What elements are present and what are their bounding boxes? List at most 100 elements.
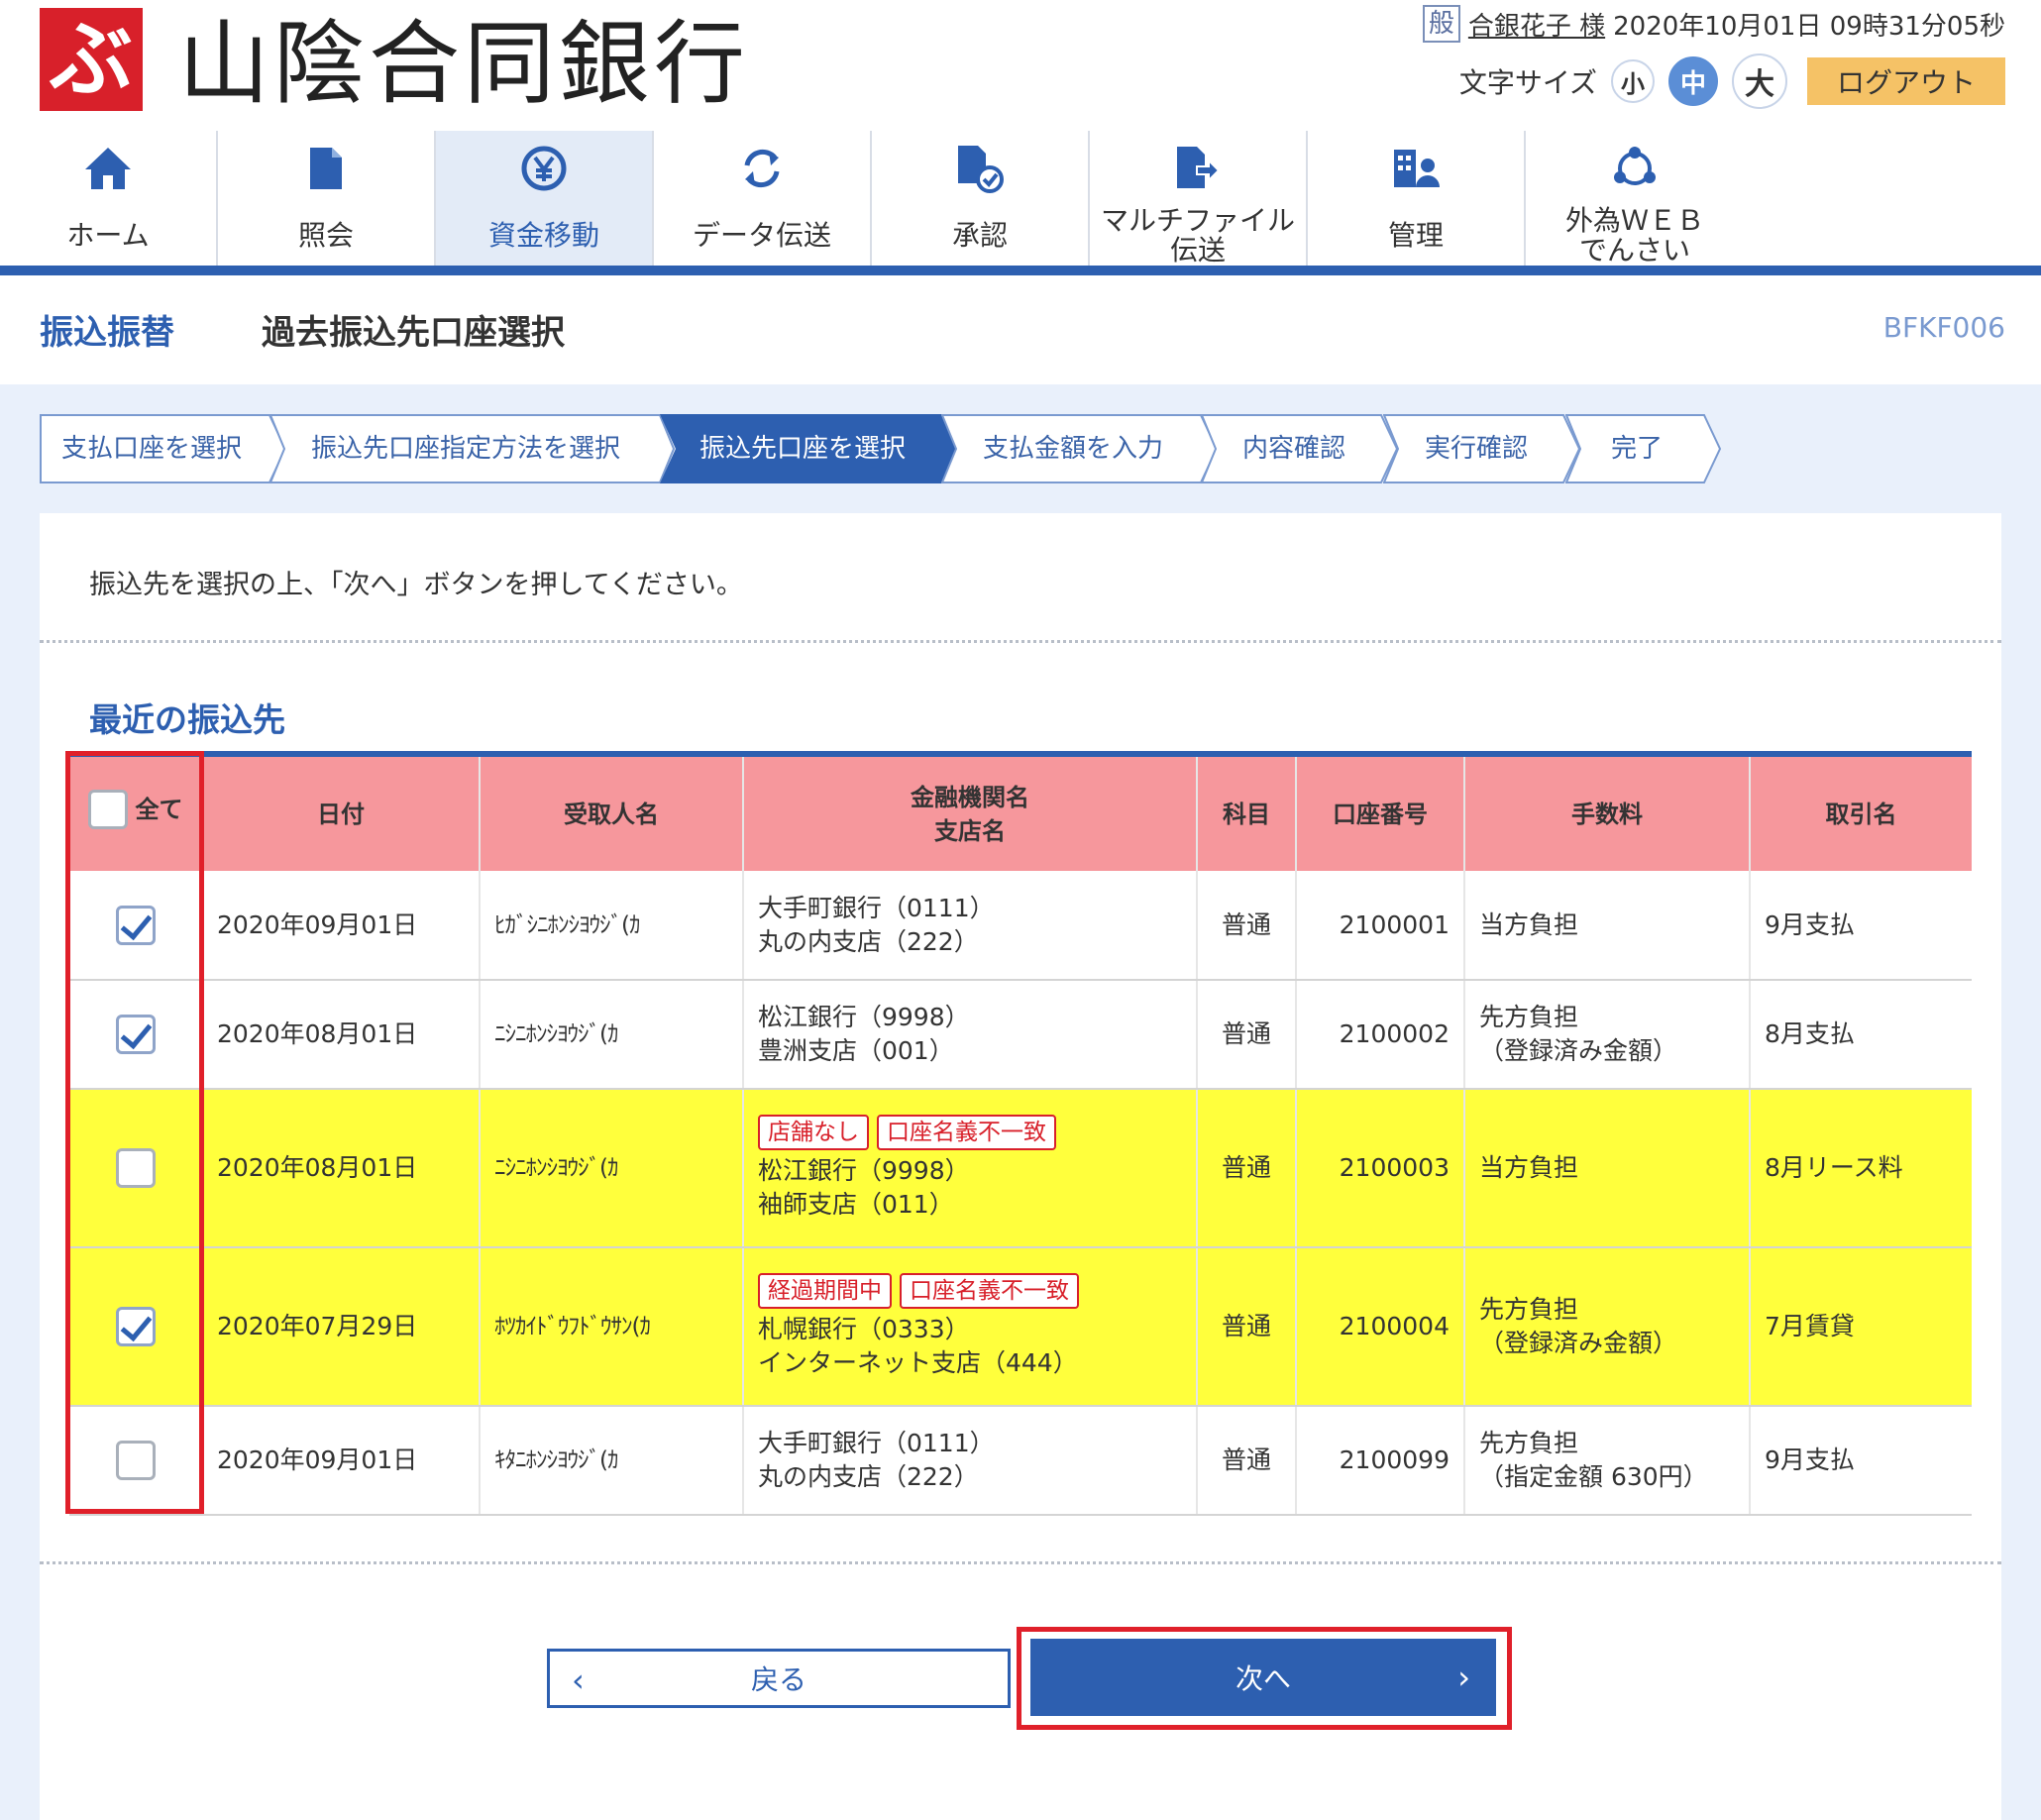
warning-tag: 経過期間中 bbox=[758, 1273, 892, 1309]
nav-divider bbox=[0, 266, 2041, 275]
fee-cell: 先方負担 （登録済み金額） bbox=[1464, 1247, 1751, 1407]
fee-main: 先方負担 bbox=[1479, 1003, 1579, 1031]
payee-cell: ﾆｼﾆﾎﾝｼﾖｳｼﾞ(ｶ bbox=[480, 1089, 744, 1248]
row-checkbox[interactable] bbox=[115, 1015, 156, 1054]
account-number-cell: 2100004 bbox=[1296, 1247, 1465, 1407]
login-datetime: 2020年10月01日 09時31分05秒 bbox=[1613, 11, 2005, 42]
nav-forex-web[interactable]: 外為ＷＥＢ でんさい bbox=[1526, 131, 1744, 268]
network-icon bbox=[1605, 139, 1665, 198]
row-checkbox[interactable] bbox=[115, 1148, 156, 1188]
logout-button[interactable]: ログアウト bbox=[1807, 57, 2005, 105]
bank-cell: 経過期間中 口座名義不一致 札幌銀行（0333） インターネット支店（444） bbox=[743, 1247, 1198, 1407]
payee-cell: ｷﾀﾆﾎﾝｼﾖｳｼﾞ(ｶ bbox=[480, 1406, 744, 1516]
row-checkbox[interactable] bbox=[115, 905, 156, 945]
account-type-cell: 普通 bbox=[1197, 980, 1297, 1090]
row-checkbox[interactable] bbox=[115, 1307, 156, 1346]
bank-name: 大手町銀行（0111） bbox=[758, 893, 995, 922]
bank-cell: 店舗なし 口座名義不一致 松江銀行（9998） 袖師支店（011） bbox=[743, 1089, 1198, 1248]
date-header: 日付 bbox=[202, 751, 481, 871]
warning-tag: 口座名義不一致 bbox=[900, 1273, 1079, 1309]
account-number-cell: 2100099 bbox=[1296, 1406, 1465, 1516]
table-row-warning[interactable]: 2020年08月01日 ﾆｼﾆﾎﾝｼﾖｳｼﾞ(ｶ 店舗なし 口座名義不一致 松江… bbox=[69, 1089, 1972, 1248]
branch-name: 丸の内支店（222） bbox=[758, 1462, 979, 1491]
back-button[interactable]: ‹ 戻る bbox=[547, 1649, 1011, 1708]
trade-name-cell: 9月支払 bbox=[1750, 1406, 1972, 1516]
bank-name: 札幌銀行（0333） bbox=[758, 1315, 970, 1343]
nav-label: ホーム bbox=[66, 219, 150, 252]
account-number-cell: 2100003 bbox=[1296, 1089, 1465, 1248]
font-size-controls: 文字サイズ 小 中 大 ログアウト bbox=[1459, 52, 2005, 111]
row-select-cell bbox=[69, 1406, 203, 1516]
nav-fund-transfer[interactable]: 資金移動 bbox=[436, 131, 654, 268]
branch-name: 豊洲支店（001） bbox=[758, 1036, 954, 1065]
font-size-small-button[interactable]: 小 bbox=[1611, 59, 1655, 103]
date-cell: 2020年08月01日 bbox=[202, 980, 481, 1090]
account-type-cell: 普通 bbox=[1197, 871, 1297, 981]
warning-tags: 店舗なし 口座名義不一致 bbox=[758, 1115, 1182, 1150]
table-row-warning[interactable]: 2020年07月29日 ﾎﾂｶｲﾄﾞｳﾌﾄﾞｳｻﾝ(ｶ 経過期間中 口座名義不一… bbox=[69, 1247, 1972, 1407]
table-row[interactable]: 2020年09月01日 ﾋｶﾞｼﾆﾎﾝｼﾖｳｼﾞ(ｶ 大手町銀行（0111） 丸… bbox=[69, 871, 1972, 981]
fee-cell: 先方負担 （指定金額 630円） bbox=[1464, 1406, 1751, 1516]
table-row[interactable]: 2020年09月01日 ｷﾀﾆﾎﾝｼﾖｳｼﾞ(ｶ 大手町銀行（0111） 丸の内… bbox=[69, 1406, 1972, 1516]
date-cell: 2020年09月01日 bbox=[202, 871, 481, 981]
bank-name: 山陰合同銀行 bbox=[178, 11, 750, 117]
account-type-header: 科目 bbox=[1197, 751, 1297, 871]
bank-logo[interactable]: ぶ bbox=[40, 8, 143, 111]
sync-icon bbox=[732, 139, 792, 198]
font-size-medium-button[interactable]: 中 bbox=[1668, 56, 1718, 106]
step-5: 内容確認 bbox=[1201, 414, 1399, 483]
user-info: 般 合銀花子 様 2020年10月01日 09時31分05秒 bbox=[1422, 4, 2005, 44]
screen-id: BFKF006 bbox=[1882, 311, 2005, 344]
fee-main: 先方負担 bbox=[1479, 1429, 1579, 1457]
user-name-link[interactable]: 合銀花子 様 bbox=[1468, 6, 1605, 43]
account-type-cell: 普通 bbox=[1197, 1406, 1297, 1516]
font-size-large-button[interactable]: 大 bbox=[1732, 54, 1787, 109]
step-2: 振込先口座指定方法を選択 bbox=[269, 414, 676, 483]
trade-name-header: 取引名 bbox=[1750, 751, 1972, 871]
branch-name: インターネット支店（444） bbox=[758, 1348, 1078, 1377]
table-row[interactable]: 2020年08月01日 ﾆｼﾆﾎﾝｼﾖｳｼﾞ(ｶ 松江銀行（9998） 豊洲支店… bbox=[69, 980, 1972, 1090]
nav-inquiry[interactable]: 照会 bbox=[218, 131, 436, 268]
bank-name: 松江銀行（9998） bbox=[758, 1003, 970, 1031]
fee-cell: 先方負担 （登録済み金額） bbox=[1464, 980, 1751, 1090]
next-button[interactable]: 次へ › bbox=[1030, 1639, 1496, 1716]
date-cell: 2020年07月29日 bbox=[202, 1247, 481, 1407]
trade-name-cell: 7月賃貸 bbox=[1750, 1247, 1972, 1407]
fee-detail: （登録済み金額） bbox=[1479, 1036, 1678, 1065]
table-header-row: 全て 日付 受取人名 金融機関名 支店名 科目 口座番号 手数料 取引名 bbox=[69, 751, 1972, 871]
step-label: 実行確認 bbox=[1425, 434, 1529, 464]
divider bbox=[40, 640, 2001, 643]
nav-data-transmission[interactable]: データ伝送 bbox=[654, 131, 872, 268]
bank-header: 金融機関名 支店名 bbox=[743, 751, 1198, 871]
step-label: 内容確認 bbox=[1242, 434, 1346, 464]
step-label: 振込先口座指定方法を選択 bbox=[311, 434, 621, 464]
warning-tags: 経過期間中 口座名義不一致 bbox=[758, 1273, 1182, 1309]
bank-name: 大手町銀行（0111） bbox=[758, 1429, 995, 1457]
chevron-left-icon: ‹ bbox=[572, 1661, 585, 1699]
nav-admin[interactable]: 管理 bbox=[1308, 131, 1526, 268]
step-1: 支払口座を選択 bbox=[40, 414, 287, 483]
step-label: 振込先口座を選択 bbox=[699, 434, 907, 464]
row-checkbox[interactable] bbox=[115, 1441, 156, 1480]
branch-name: 丸の内支店（222） bbox=[758, 926, 979, 956]
file-transfer-icon bbox=[1168, 139, 1228, 198]
fee-cell: 当方負担 bbox=[1464, 871, 1751, 981]
select-all-checkbox[interactable] bbox=[87, 790, 128, 829]
recent-payees-table: 全て 日付 受取人名 金融機関名 支店名 科目 口座番号 手数料 取引名 202… bbox=[69, 751, 1972, 1516]
nav-multifile[interactable]: マルチファイル 伝送 bbox=[1090, 131, 1308, 268]
payee-cell: ﾋｶﾞｼﾆﾎﾝｼﾖｳｼﾞ(ｶ bbox=[480, 871, 744, 981]
step-label: 支払口座を選択 bbox=[61, 434, 243, 464]
row-select-cell bbox=[69, 1247, 203, 1407]
nav-home[interactable]: ホーム bbox=[0, 131, 218, 268]
fee-main: 当方負担 bbox=[1479, 1153, 1579, 1182]
payee-cell: ﾎﾂｶｲﾄﾞｳﾌﾄﾞｳｻﾝ(ｶ bbox=[480, 1247, 744, 1407]
account-number-header: 口座番号 bbox=[1296, 751, 1465, 871]
fee-main: 先方負担 bbox=[1479, 1295, 1579, 1324]
instruction-text: 振込先を選択の上、「次へ」ボタンを押してください。 bbox=[89, 570, 743, 600]
step-6: 実行確認 bbox=[1383, 414, 1581, 483]
trade-name-cell: 8月リース料 bbox=[1750, 1089, 1972, 1248]
nav-approval[interactable]: 承認 bbox=[872, 131, 1090, 268]
step-4: 支払金額を入力 bbox=[941, 414, 1219, 483]
admin-icon bbox=[1386, 139, 1446, 198]
payee-header: 受取人名 bbox=[480, 751, 744, 871]
